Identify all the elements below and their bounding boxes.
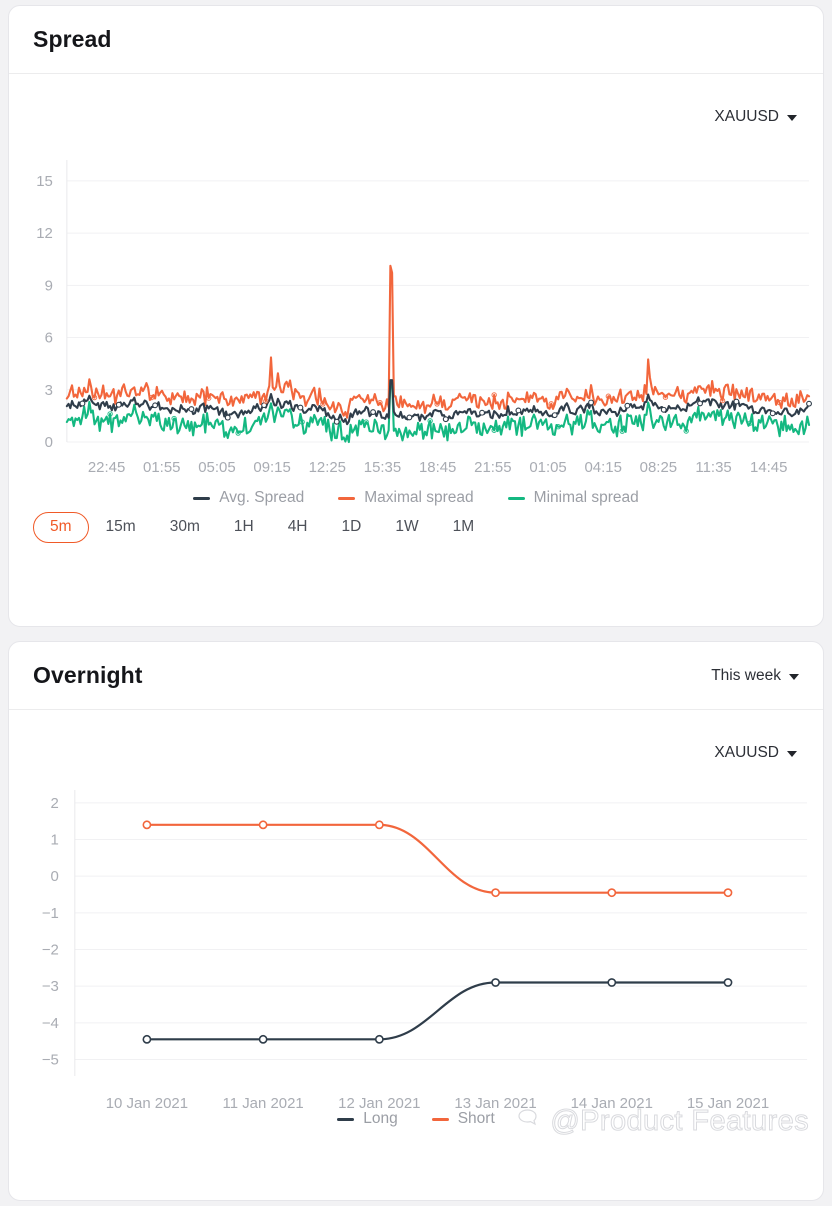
- legend-label: Short: [457, 1110, 495, 1127]
- timeframe-button-1w[interactable]: 1W: [378, 512, 435, 543]
- spread-symbol-selector[interactable]: XAUUSD: [714, 108, 797, 126]
- overnight-plot: 2 1 0 −1 −2 −3 −4 −5 10 Jan 2021 11 Jan 2021 12 Ja…: [9, 776, 823, 1128]
- legend-swatch-icon: [193, 496, 211, 500]
- svg-text:0: 0: [51, 868, 59, 885]
- svg-text:18:45: 18:45: [419, 459, 456, 476]
- overnight-plot-svg: 210−1−2−3−4−510 Jan 2021 11 Jan 2021 12 Ja…: [42, 790, 808, 1112]
- overnight-card-header: Overnight This week: [9, 642, 823, 710]
- spread-plot: 0 3 6 9 12 15 22:45 01:55 05:05 09:15 12:25 15:35 18…: [9, 152, 823, 482]
- timeframe-selector: 5m 15m 30m 1H 4H 1D 1W 1M: [33, 512, 491, 543]
- overnight-symbol-label: XAUUSD: [714, 744, 779, 761]
- svg-text:12:25: 12:25: [309, 459, 346, 476]
- timeframe-button-1m[interactable]: 1M: [436, 512, 492, 543]
- svg-text:3: 3: [45, 382, 53, 399]
- chevron-down-icon: [787, 751, 797, 757]
- svg-text:−1: −1: [42, 905, 59, 922]
- spread-plot-svg: 0 3 6 9 12 15 22:45 01:55 05:05 09:15 12:25 15:35 18…: [36, 160, 812, 476]
- svg-text:21:55: 21:55: [474, 459, 511, 476]
- legend-label: Maximal spread: [364, 489, 474, 506]
- legend-item-short[interactable]: Short: [431, 1110, 495, 1128]
- svg-text:−5: −5: [42, 1051, 59, 1068]
- chevron-down-icon: [787, 115, 797, 121]
- svg-text:−4: −4: [42, 1015, 59, 1032]
- spread-symbol-label: XAUUSD: [714, 108, 779, 125]
- svg-text:14:45: 14:45: [750, 459, 787, 476]
- legend-swatch-icon: [431, 1117, 449, 1121]
- dashboard-page: Spread XAUUSD 0 3 6 9 12 15 22:45 01:55 05:05 09:…: [0, 0, 832, 1206]
- legend-item-avg-spread[interactable]: Avg. Spread: [193, 489, 304, 507]
- legend-swatch-icon: [507, 496, 525, 500]
- legend-swatch-icon: [337, 1117, 355, 1121]
- timeframe-button-5m[interactable]: 5m: [33, 512, 89, 543]
- svg-text:2: 2: [51, 795, 59, 812]
- legend-label: Minimal spread: [533, 489, 639, 506]
- svg-text:01:05: 01:05: [529, 459, 566, 476]
- overnight-title: Overnight: [33, 662, 143, 688]
- legend-swatch-icon: [338, 496, 356, 500]
- timeframe-button-15m[interactable]: 15m: [89, 512, 153, 543]
- spread-card-header: Spread: [9, 6, 823, 74]
- svg-text:09:15: 09:15: [253, 459, 290, 476]
- svg-text:15:35: 15:35: [364, 459, 401, 476]
- spread-legend: Avg. Spread Maximal spread Minimal spread: [9, 489, 823, 507]
- legend-label: Avg. Spread: [219, 489, 305, 506]
- svg-text:22:45: 22:45: [88, 459, 125, 476]
- spread-card: Spread XAUUSD 0 3 6 9 12 15 22:45 01:55 05:05 09:…: [8, 5, 824, 627]
- svg-text:15: 15: [36, 173, 53, 190]
- svg-text:0: 0: [45, 434, 53, 451]
- legend-item-minimal-spread[interactable]: Minimal spread: [507, 489, 639, 507]
- svg-text:08:25: 08:25: [640, 459, 677, 476]
- svg-text:04:15: 04:15: [585, 459, 622, 476]
- spread-chart-zone: XAUUSD 0 3 6 9 12 15 22:45 01:55 05:05 09:15 12:25…: [9, 74, 823, 559]
- svg-text:01:55: 01:55: [143, 459, 180, 476]
- overnight-chart-zone: XAUUSD 2 1 0 −1 −2 −3 −4 −5 10 Jan 2021 11 Jan 20…: [9, 710, 823, 1150]
- spread-title: Spread: [33, 26, 112, 52]
- svg-text:11:35: 11:35: [695, 459, 731, 476]
- overnight-symbol-selector[interactable]: XAUUSD: [714, 744, 797, 762]
- overnight-period-selector[interactable]: This week: [711, 667, 799, 685]
- svg-text:05:05: 05:05: [198, 459, 235, 476]
- timeframe-button-1d[interactable]: 1D: [325, 512, 379, 543]
- timeframe-button-30m[interactable]: 30m: [153, 512, 217, 543]
- overnight-legend: Long Short: [9, 1110, 823, 1128]
- legend-item-maximal-spread[interactable]: Maximal spread: [338, 489, 474, 507]
- svg-text:−2: −2: [42, 941, 59, 958]
- svg-text:6: 6: [45, 330, 53, 347]
- chevron-down-icon: [789, 673, 799, 680]
- legend-item-long[interactable]: Long: [337, 1110, 398, 1128]
- svg-text:12: 12: [36, 225, 53, 242]
- svg-text:1: 1: [51, 831, 59, 848]
- overnight-period-label: This week: [711, 666, 781, 684]
- svg-text:−3: −3: [42, 978, 59, 995]
- legend-label: Long: [363, 1110, 398, 1127]
- overnight-card: Overnight This week XAUUSD 2 1 0 −1 −2 −3 −4 −5…: [8, 641, 824, 1201]
- svg-text:9: 9: [45, 277, 53, 294]
- timeframe-button-4h[interactable]: 4H: [271, 512, 325, 543]
- timeframe-button-1h[interactable]: 1H: [217, 512, 271, 543]
